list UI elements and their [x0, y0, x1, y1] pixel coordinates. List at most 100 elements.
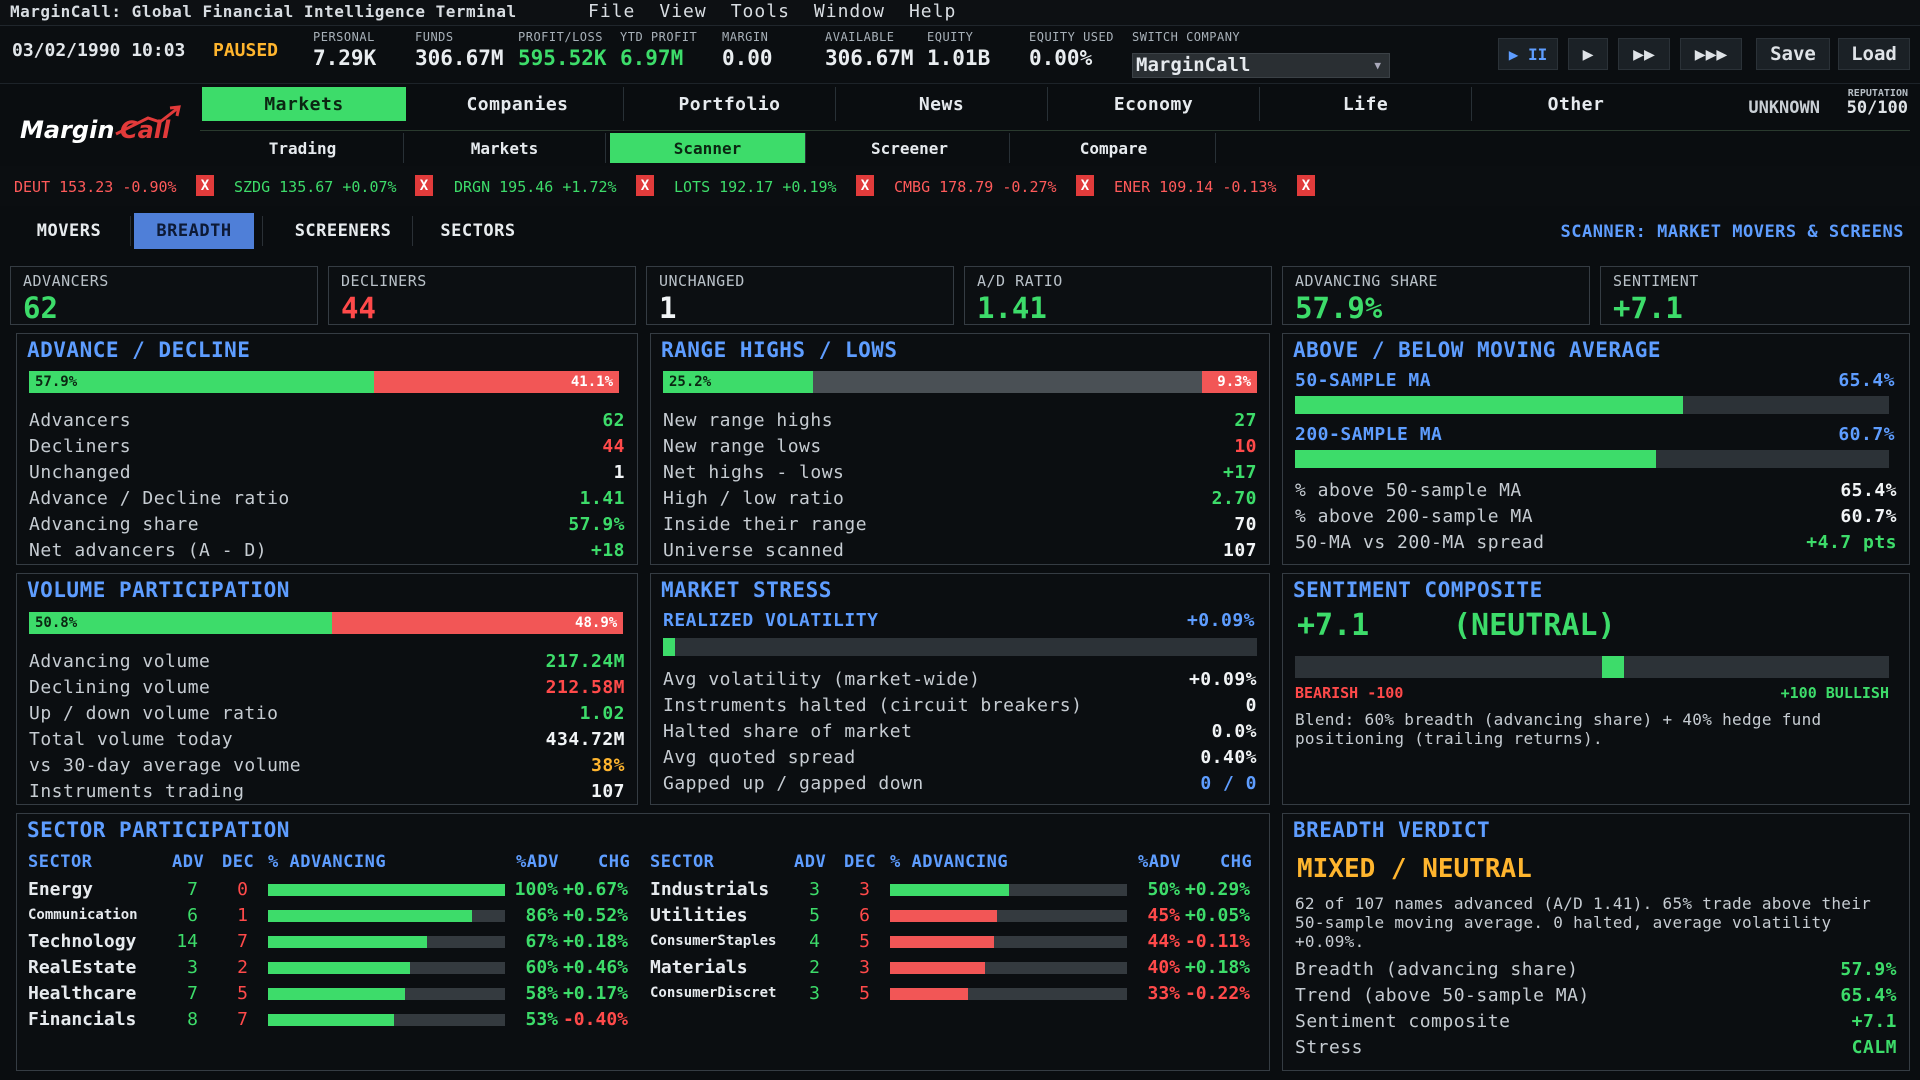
- subnav-movers[interactable]: MOVERS: [14, 213, 124, 249]
- sector-row[interactable]: RealEstate 3 2 60% +0.46%: [28, 957, 628, 981]
- panel-title: VOLUME PARTICIPATION: [27, 578, 290, 602]
- tab-companies[interactable]: Companies: [412, 87, 624, 121]
- sector-header: SECTOR: [28, 852, 93, 872]
- tab-economy[interactable]: Economy: [1048, 87, 1260, 121]
- tab-markets[interactable]: Markets: [202, 87, 406, 121]
- card-value: 1.41: [977, 291, 1047, 325]
- ticker-change: -0.13%: [1222, 178, 1277, 196]
- sector-bar-track: [268, 910, 505, 922]
- verdict-headline: MIXED / NEUTRAL: [1297, 854, 1532, 884]
- sector-row[interactable]: Industrials 3 3 50% +0.29%: [650, 879, 1250, 903]
- stat-equity-used: EQUITY USED 0.00%: [1029, 30, 1114, 70]
- sector-row[interactable]: Communication 6 1 86% +0.52%: [28, 905, 628, 929]
- card-label: DECLINERS: [341, 272, 427, 290]
- sector-row[interactable]: ConsumerDiscret 3 5 33% -0.22%: [650, 983, 1250, 1007]
- menu-window[interactable]: Window: [814, 1, 885, 22]
- sector-dec: 5: [237, 983, 248, 1004]
- bar-red-segment: 41.1%: [374, 371, 620, 393]
- menu-help[interactable]: Help: [909, 1, 956, 22]
- sector-row[interactable]: Utilities 5 6 45% +0.05%: [650, 905, 1250, 929]
- subtab-scanner[interactable]: Scanner: [610, 133, 806, 163]
- panel-volume-participation: VOLUME PARTICIPATION 50.8% 48.9% Advanci…: [16, 573, 638, 805]
- subnav-sectors[interactable]: SECTORS: [416, 213, 540, 249]
- ticker-close-button[interactable]: X: [636, 175, 654, 196]
- pct-advancing-header: % ADVANCING: [890, 852, 1009, 872]
- reputation-status: UNKNOWN: [1748, 98, 1820, 118]
- sector-row[interactable]: Technology 14 7 67% +0.18%: [28, 931, 628, 955]
- subtab-trading[interactable]: Trading: [202, 133, 404, 163]
- sector-adv: 3: [809, 879, 820, 900]
- sector-dec: 3: [859, 957, 870, 978]
- tab-life[interactable]: Life: [1260, 87, 1472, 121]
- metric-row: Universe scanned 107: [663, 540, 1257, 564]
- menu-file[interactable]: File: [588, 1, 635, 22]
- subnav-breadth[interactable]: BREADTH: [134, 213, 254, 249]
- ticker-close-button[interactable]: X: [415, 175, 433, 196]
- ticker-change: -0.27%: [1002, 178, 1057, 196]
- sector-name: Energy: [28, 879, 94, 900]
- sector-bar-fill: [268, 962, 411, 974]
- metric-label: vs 30-day average volume: [29, 755, 302, 776]
- subnav-screeners[interactable]: SCREENERS: [268, 213, 418, 249]
- stat-label: PROFIT/LOSS: [518, 30, 603, 44]
- ticker-item-lots[interactable]: LOTS 192.17 +0.19%: [674, 178, 837, 196]
- sector-change: -0.11%: [1184, 931, 1250, 952]
- sector-row[interactable]: Financials 8 7 53% -0.40%: [28, 1009, 628, 1033]
- bar-red-segment: 9.3%: [1201, 371, 1257, 393]
- advance-decline-bar: 57.9% 41.1%: [29, 371, 625, 393]
- ticker-close-button[interactable]: X: [196, 175, 214, 196]
- metric-label: Instruments trading: [29, 781, 245, 802]
- ticker-close-button[interactable]: X: [1297, 175, 1315, 196]
- metric-label: High / low ratio: [663, 488, 845, 509]
- ticker-close-button[interactable]: X: [856, 175, 874, 196]
- sector-adv: 7: [187, 983, 198, 1004]
- sector-row[interactable]: Materials 2 3 40% +0.18%: [650, 957, 1250, 981]
- metric-label: Trend (above 50-sample MA): [1295, 985, 1590, 1006]
- ticker-close-button[interactable]: X: [1076, 175, 1094, 196]
- sector-row[interactable]: Healthcare 7 5 58% +0.17%: [28, 983, 628, 1007]
- menu-tools[interactable]: Tools: [731, 1, 790, 22]
- tab-news[interactable]: News: [836, 87, 1048, 121]
- panel-breadth-verdict: BREADTH VERDICT MIXED / NEUTRAL 62 of 10…: [1282, 813, 1910, 1071]
- tab-portfolio[interactable]: Portfolio: [624, 87, 836, 121]
- ticker-price: 195.46: [499, 178, 554, 196]
- sector-adv: 14: [176, 931, 198, 952]
- menu-view[interactable]: View: [659, 1, 706, 22]
- card-value: 62: [23, 291, 58, 325]
- load-button[interactable]: Load: [1838, 38, 1910, 70]
- play-button[interactable]: ▶: [1568, 38, 1608, 70]
- ticker-item-deut[interactable]: DEUT 153.23 -0.90%: [14, 178, 177, 196]
- ticker-item-szdg[interactable]: SZDG 135.67 +0.07%: [234, 178, 397, 196]
- metric-value: 57.9%: [568, 514, 625, 535]
- metric-row: Inside their range 70: [663, 514, 1257, 538]
- save-button[interactable]: Save: [1756, 38, 1830, 70]
- adv-header: ADV: [172, 852, 205, 872]
- subtab-screener[interactable]: Screener: [810, 133, 1010, 163]
- subtab-markets[interactable]: Markets: [404, 133, 606, 163]
- subtab-compare[interactable]: Compare: [1012, 133, 1216, 163]
- sector-bar-track: [268, 962, 505, 974]
- sector-row[interactable]: Energy 7 0 100% +0.67%: [28, 879, 628, 903]
- metric-value: 0 / 0: [1200, 773, 1257, 794]
- tab-other[interactable]: Other: [1472, 87, 1680, 121]
- panel-title: SECTOR PARTICIPATION: [27, 818, 290, 842]
- metric-label: Advancing share: [29, 514, 200, 535]
- sector-dec: 6: [859, 905, 870, 926]
- stat-label: EQUITY USED: [1029, 30, 1114, 44]
- stat-label: YTD PROFIT: [620, 30, 698, 44]
- ticker-item-drgn[interactable]: DRGN 195.46 +1.72%: [454, 178, 617, 196]
- sector-change: +0.52%: [562, 905, 628, 926]
- fastest-forward-button[interactable]: ▶▶▶: [1680, 38, 1742, 70]
- metric-label: New range lows: [663, 436, 822, 457]
- logo-graphic: Margin Call: [20, 105, 181, 144]
- metric-row: New range lows 10: [663, 436, 1257, 460]
- sector-row[interactable]: ConsumerStaples 4 5 44% -0.11%: [650, 931, 1250, 955]
- stat-value: 306.67M: [415, 46, 504, 70]
- ticker-item-cmbg[interactable]: CMBG 178.79 -0.27%: [894, 178, 1057, 196]
- ticker-item-ener[interactable]: ENER 109.14 -0.13%: [1114, 178, 1277, 196]
- pause-button[interactable]: ▶ II: [1498, 38, 1558, 70]
- metric-value: CALM: [1851, 1037, 1897, 1058]
- company-select[interactable]: MarginCall ▼: [1132, 53, 1390, 78]
- sector-bar-fill: [890, 962, 985, 974]
- fast-forward-button[interactable]: ▶▶: [1618, 38, 1670, 70]
